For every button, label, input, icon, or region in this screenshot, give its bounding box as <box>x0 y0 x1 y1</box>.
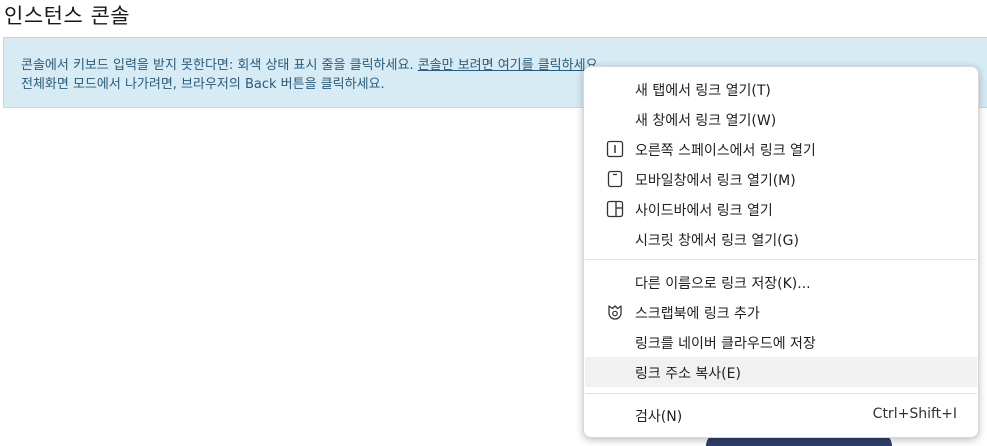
menu-item-copy-link-address[interactable]: 링크 주소 복사(E) <box>585 357 977 387</box>
menu-item-label: 오른쪽 스페이스에서 링크 열기 <box>635 143 816 159</box>
console-only-link[interactable]: 콘솔만 보려면 여기를 클릭하세요. <box>418 58 602 73</box>
menu-item-inspect[interactable]: 검사(N) Ctrl+Shift+I <box>585 400 977 430</box>
menu-item-label: 검사(N) <box>635 409 683 425</box>
context-menu: 새 탭에서 링크 열기(T) 새 창에서 링크 열기(W) 오른쪽 스페이스에서… <box>583 66 979 438</box>
alert-text-1: 콘솔에서 키보드 입력을 받지 못한다면: 회색 상태 표시 줄을 클릭하세요. <box>21 58 414 73</box>
alert-line-2: 전체화면 모드에서 나가려면, 브라우저의 Back 버튼을 클릭하세요. <box>21 77 385 92</box>
menu-item-label: 링크를 네이버 클라우드에 저장 <box>635 336 816 352</box>
menu-item-label: 다른 이름으로 링크 저장(K)... <box>635 276 811 292</box>
mobile-window-icon <box>606 170 624 188</box>
menu-item-label: 모바일창에서 링크 열기(M) <box>635 173 796 189</box>
menu-item-open-new-window[interactable]: 새 창에서 링크 열기(W) <box>585 104 977 134</box>
menu-item-save-to-naver-cloud[interactable]: 링크를 네이버 클라우드에 저장 <box>585 327 977 357</box>
split-space-icon <box>606 140 624 158</box>
menu-item-open-new-tab[interactable]: 새 탭에서 링크 열기(T) <box>585 74 977 104</box>
menu-item-add-to-scrapbook[interactable]: 스크랩북에 링크 추가 <box>585 297 977 327</box>
menu-item-open-secret-window[interactable]: 시크릿 창에서 링크 열기(G) <box>585 224 977 254</box>
menu-item-open-mobile-window[interactable]: 모바일창에서 링크 열기(M) <box>585 164 977 194</box>
menu-item-label: 스크랩북에 링크 추가 <box>635 306 760 322</box>
menu-item-label: 새 탭에서 링크 열기(T) <box>635 83 771 99</box>
menu-item-label: 링크 주소 복사(E) <box>635 366 741 382</box>
page-title: 인스턴스 콘솔 <box>4 4 131 28</box>
menu-item-label: 새 창에서 링크 열기(W) <box>635 113 777 129</box>
scrapbook-icon <box>606 303 624 321</box>
menu-separator <box>585 393 977 394</box>
menu-item-open-sidebar[interactable]: 사이드바에서 링크 열기 <box>585 194 977 224</box>
menu-item-shortcut: Ctrl+Shift+I <box>872 406 957 422</box>
sidebar-icon <box>606 200 624 218</box>
menu-item-label: 시크릿 창에서 링크 열기(G) <box>635 233 799 249</box>
menu-item-open-right-space[interactable]: 오른쪽 스페이스에서 링크 열기 <box>585 134 977 164</box>
menu-item-save-link-as[interactable]: 다른 이름으로 링크 저장(K)... <box>585 267 977 297</box>
menu-item-label: 사이드바에서 링크 열기 <box>635 203 773 219</box>
menu-separator <box>585 259 977 260</box>
alert-line-1: 콘솔에서 키보드 입력을 받지 못한다면: 회색 상태 표시 줄을 클릭하세요.… <box>21 54 602 73</box>
